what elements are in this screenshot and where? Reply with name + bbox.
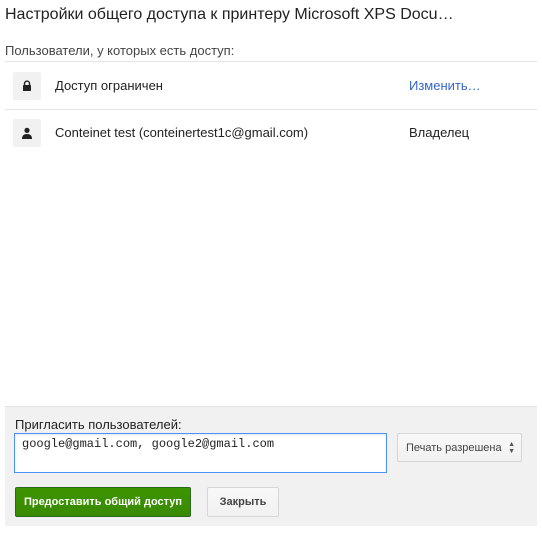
access-label: Пользователи, у которых есть доступ: — [5, 43, 235, 58]
select-arrows-icon: ▲ ▼ — [508, 441, 515, 455]
permission-select[interactable]: Печать разрешена ▲ ▼ — [397, 433, 522, 462]
person-icon — [13, 118, 41, 147]
user-list: Доступ ограничен Изменить… Conteinet tes… — [5, 61, 537, 155]
user-name: Доступ ограничен — [55, 78, 163, 93]
change-access-link[interactable]: Изменить… — [409, 78, 481, 93]
close-button[interactable]: Закрыть — [207, 487, 279, 517]
share-button[interactable]: Предоставить общий доступ — [15, 487, 191, 517]
dialog-title: Настройки общего доступа к принтеру Micr… — [5, 6, 454, 23]
user-row-owner: Conteinet test (conteinertest1c@gmail.co… — [5, 109, 537, 155]
owner-role-label: Владелец — [409, 125, 470, 140]
invite-emails-input[interactable]: google@gmail.com, google2@gmail.com — [14, 433, 387, 473]
user-row-access-restricted: Доступ ограничен Изменить… — [5, 61, 537, 109]
invite-panel: Пригласить пользователей: google@gmail.c… — [5, 406, 537, 526]
permission-select-value: Печать разрешена — [406, 441, 502, 454]
invite-label: Пригласить пользователей: — [15, 417, 182, 432]
lock-icon — [13, 71, 41, 100]
user-name: Conteinet test (conteinertest1c@gmail.co… — [55, 125, 309, 140]
